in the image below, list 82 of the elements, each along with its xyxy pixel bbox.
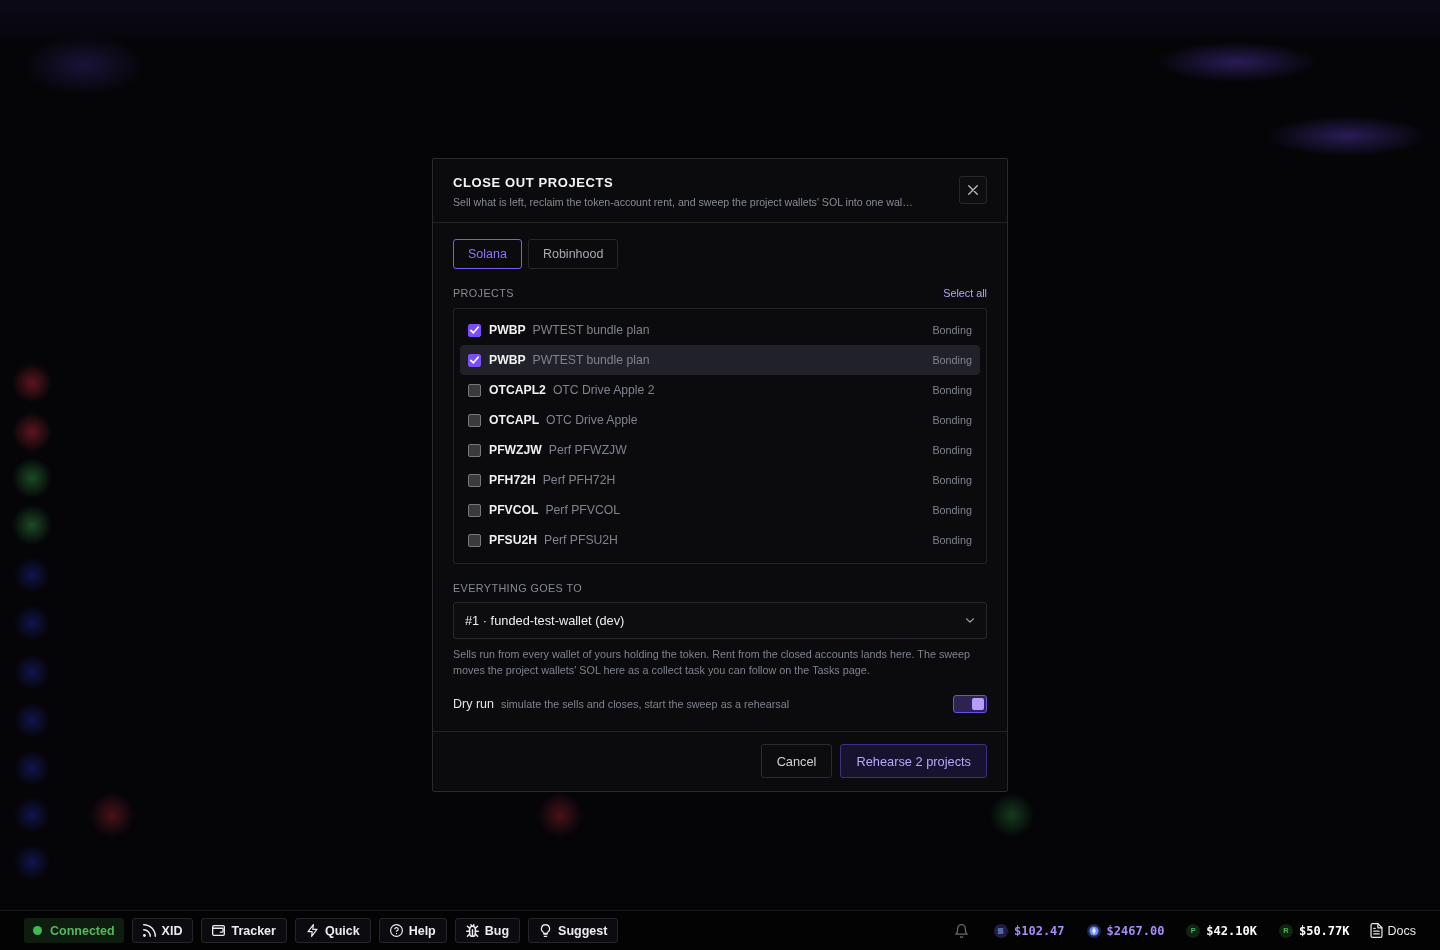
project-name: Perf PFH72H bbox=[542, 473, 616, 487]
project-name: PWTEST bundle plan bbox=[532, 323, 650, 337]
toolbar-button[interactable]: Suggest bbox=[528, 918, 619, 943]
checkbox[interactable] bbox=[468, 473, 481, 487]
checkbox[interactable] bbox=[468, 413, 481, 427]
price-amount: $102.47 bbox=[1014, 923, 1065, 938]
chevron-down-icon bbox=[966, 618, 974, 623]
selected-wallet: #1 · funded-test-wallet (dev) bbox=[465, 613, 625, 628]
checkbox[interactable] bbox=[468, 323, 481, 337]
document-icon bbox=[1369, 923, 1383, 938]
coin-icon bbox=[994, 923, 1008, 938]
checkbox[interactable] bbox=[468, 353, 481, 367]
close-icon bbox=[968, 185, 978, 195]
price-amount: $2467.00 bbox=[1106, 923, 1165, 938]
project-row[interactable]: OTCAPL2 OTC Drive Apple 2 Bonding bbox=[460, 375, 980, 405]
project-code: PFH72H bbox=[489, 473, 536, 487]
wallet-icon bbox=[212, 924, 226, 937]
project-code: PFWZJW bbox=[489, 443, 542, 457]
project-code: PFSU2H bbox=[489, 533, 538, 547]
project-status: Bonding bbox=[932, 504, 972, 516]
cancel-button[interactable]: Cancel bbox=[760, 744, 833, 778]
network-tab[interactable]: Solana bbox=[453, 239, 522, 269]
project-code: OTCAPL bbox=[489, 413, 540, 427]
toolbar-button[interactable]: Quick bbox=[294, 918, 371, 943]
project-row[interactable]: PFSU2H Perf PFSU2H Bonding bbox=[460, 525, 980, 555]
project-code: PWBP bbox=[489, 323, 526, 337]
toggle-switch[interactable] bbox=[953, 695, 987, 713]
dialog-subtitle: Sell what is left, reclaim the token-account rent, and sweep the project wallets' SOL into one wal… bbox=[453, 195, 913, 209]
project-status: Bonding bbox=[932, 444, 972, 456]
project-row[interactable]: PFWZJW Perf PFWZJW Bonding bbox=[460, 435, 980, 465]
checkbox[interactable] bbox=[468, 503, 481, 517]
checkbox[interactable] bbox=[468, 533, 481, 547]
help-icon bbox=[389, 924, 403, 937]
project-status: Bonding bbox=[932, 324, 972, 336]
checkbox[interactable] bbox=[468, 443, 481, 457]
connection-label: Connected bbox=[50, 923, 115, 938]
dry-run-hint: simulate the sells and closes, start the sweep as a rehearsal bbox=[501, 698, 790, 710]
lightbulb-icon bbox=[539, 924, 553, 937]
check-icon bbox=[470, 326, 479, 334]
coin-icon bbox=[1086, 923, 1101, 938]
project-row[interactable]: PFVCOL Perf PFVCOL Bonding bbox=[460, 495, 980, 525]
toolbar-button[interactable]: Bug bbox=[454, 918, 521, 943]
checkbox[interactable] bbox=[468, 383, 481, 397]
project-name: Perf PFVCOL bbox=[545, 503, 620, 517]
toolbar-button[interactable]: XID bbox=[131, 918, 194, 943]
check-icon bbox=[470, 356, 479, 364]
project-code: OTCAPL2 bbox=[489, 383, 546, 397]
bug-icon bbox=[465, 924, 479, 937]
project-code: PWBP bbox=[489, 353, 526, 367]
toolbar-button[interactable]: Help bbox=[378, 918, 447, 943]
rss-icon bbox=[142, 924, 156, 937]
price-amount: $42.10K bbox=[1206, 923, 1257, 938]
wallet-select[interactable]: #1 · funded-test-wallet (dev) bbox=[453, 602, 987, 639]
toolbar-button[interactable]: Tracker bbox=[201, 918, 287, 943]
section-label: EVERYTHING GOES TO bbox=[453, 582, 583, 594]
project-status: Bonding bbox=[932, 474, 972, 486]
section-label: PROJECTS bbox=[453, 287, 514, 299]
notifications-icon[interactable] bbox=[955, 923, 968, 938]
lightning-icon bbox=[305, 924, 319, 937]
dialog-title: CLOSE OUT PROJECTS bbox=[453, 175, 615, 191]
network-tab[interactable]: Robinhood bbox=[527, 239, 619, 269]
project-status: Bonding bbox=[932, 384, 972, 396]
project-row[interactable]: PWBP PWTEST bundle plan Bonding bbox=[460, 345, 980, 375]
project-row[interactable]: PWBP PWTEST bundle plan Bonding bbox=[460, 315, 980, 345]
project-name: Perf PFWZJW bbox=[548, 443, 627, 457]
project-row[interactable]: PFH72H Perf PFH72H Bonding bbox=[460, 465, 980, 495]
price-amount: $50.77K bbox=[1298, 923, 1350, 938]
project-name: OTC Drive Apple 2 bbox=[552, 383, 655, 397]
help-text: Sells run from every wallet of yours holding the token. Rent from the closed accounts lands here. The sweep moves the project wallets' SOL here as a collect task you can follow on the Tasks page. bbox=[453, 647, 972, 678]
docs-link[interactable]: Docs bbox=[1369, 923, 1416, 938]
project-status: Bonding bbox=[932, 534, 972, 546]
select-all-link[interactable]: Select all bbox=[943, 287, 987, 299]
project-status: Bonding bbox=[932, 414, 972, 426]
project-name: OTC Drive Apple bbox=[546, 413, 638, 427]
confirm-button[interactable]: Rehearse 2 projects bbox=[840, 744, 987, 778]
project-status: Bonding bbox=[932, 354, 972, 366]
project-row[interactable]: OTCAPL OTC Drive Apple Bonding bbox=[460, 405, 980, 435]
project-code: PFVCOL bbox=[489, 503, 539, 517]
project-name: PWTEST bundle plan bbox=[532, 353, 650, 367]
close-button[interactable] bbox=[959, 176, 987, 204]
project-name: Perf PFSU2H bbox=[544, 533, 618, 547]
dry-run-label: Dry run bbox=[453, 697, 494, 711]
